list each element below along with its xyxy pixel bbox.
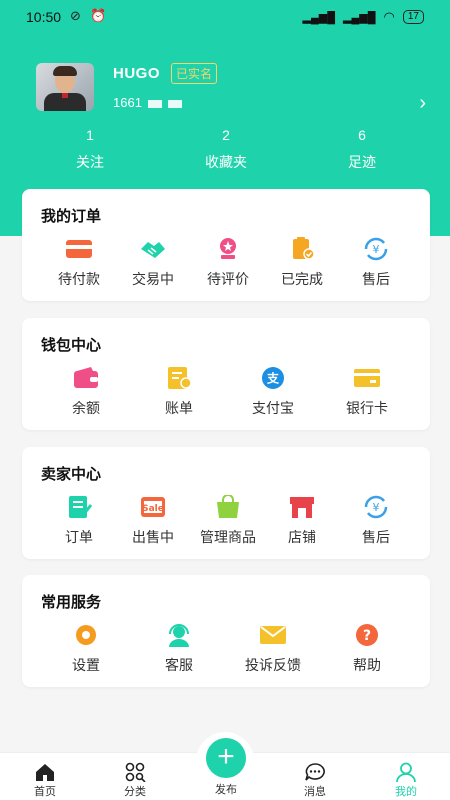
stat-footprints[interactable]: 6 足迹 — [322, 127, 402, 172]
silent-icon: ⊘ — [70, 8, 81, 23]
service-help[interactable]: ? 帮助 — [327, 623, 407, 675]
svg-text:¥: ¥ — [373, 501, 380, 514]
order-completed[interactable]: 已完成 — [262, 237, 342, 289]
username: HUGO — [113, 65, 160, 82]
seller-title: 卖家中心 — [41, 466, 102, 483]
card-icon — [65, 237, 93, 261]
refund-icon: ¥ — [362, 495, 390, 519]
order-doc-icon — [65, 495, 93, 519]
wallet-bank-card[interactable]: 银行卡 — [327, 366, 407, 418]
wallet-bill[interactable]: 账单 — [139, 366, 219, 418]
alipay-icon: 支 — [259, 366, 287, 390]
services-card: 常用服务 设置 客服 投诉反馈 ? 帮助 — [22, 575, 430, 687]
order-in-progress[interactable]: 交易中 — [113, 237, 193, 289]
bank-card-icon — [353, 366, 381, 390]
services-title: 常用服务 — [41, 594, 102, 611]
seller-for-sale[interactable]: Sale 出售中 — [113, 495, 193, 547]
seller-store[interactable]: 店铺 — [262, 495, 342, 547]
verified-badge: 已实名 — [171, 63, 218, 84]
publish-button[interactable]: + — [206, 738, 246, 778]
headset-icon — [165, 623, 193, 647]
bill-icon — [165, 366, 193, 390]
svg-text:¥: ¥ — [373, 243, 380, 256]
chat-bubble-icon — [285, 761, 345, 783]
status-time: 10:50 — [26, 9, 62, 25]
seller-after-sales[interactable]: ¥ 售后 — [336, 495, 416, 547]
envelope-icon — [259, 623, 287, 647]
tab-messages[interactable]: 消息 — [285, 761, 345, 799]
tab-mine[interactable]: 我的 — [376, 761, 436, 799]
plus-icon: + — [217, 740, 235, 773]
service-customer-support[interactable]: 客服 — [139, 623, 219, 675]
service-settings[interactable]: 设置 — [46, 623, 126, 675]
store-icon — [288, 495, 316, 519]
clipboard-check-icon — [288, 237, 316, 261]
grid-icon — [105, 761, 165, 783]
refund-icon: ¥ — [362, 237, 390, 261]
stat-favorites[interactable]: 2 收藏夹 — [186, 127, 266, 172]
home-icon — [15, 761, 75, 783]
handshake-icon — [139, 237, 167, 261]
svg-text:支: 支 — [266, 371, 280, 386]
alarm-icon: ⏰ — [90, 8, 107, 23]
wallet-card: 钱包中心 余额 账单 支 支付宝 银行卡 — [22, 318, 430, 430]
signal-icon-2: ▂▄▆█ — [343, 11, 376, 24]
wallet-title: 钱包中心 — [41, 337, 102, 354]
signal-icon: ▂▄▆█ — [302, 11, 336, 24]
chevron-right-icon[interactable]: › — [419, 92, 426, 115]
orders-card: 我的订单 待付款 交易中 待评价 已完成 ¥ 售后 — [22, 189, 430, 301]
order-pending-payment[interactable]: 待付款 — [39, 237, 119, 289]
help-icon: ? — [353, 623, 381, 647]
order-after-sales[interactable]: ¥ 售后 — [336, 237, 416, 289]
wifi-icon: ◠ — [383, 9, 395, 24]
tab-home[interactable]: 首页 — [15, 761, 75, 799]
service-feedback[interactable]: 投诉反馈 — [233, 623, 313, 675]
wallet-alipay[interactable]: 支 支付宝 — [233, 366, 313, 418]
seller-manage-products[interactable]: 管理商品 — [188, 494, 268, 547]
medal-icon — [214, 237, 242, 261]
wallet-balance[interactable]: 余额 — [46, 366, 126, 418]
user-icon — [376, 761, 436, 783]
orders-title: 我的订单 — [41, 208, 102, 225]
seller-card: 卖家中心 订单 Sale 出售中 管理商品 店铺 ¥ 售后 — [22, 447, 430, 559]
shopping-bag-icon — [214, 494, 242, 519]
phone-number: 1661 — [113, 95, 182, 110]
avatar[interactable] — [36, 63, 94, 111]
seller-orders[interactable]: 订单 — [39, 495, 119, 547]
for-sale-icon: Sale — [139, 495, 167, 519]
battery-icon: 17 — [402, 10, 424, 24]
tab-category[interactable]: 分类 — [105, 761, 165, 799]
order-to-review[interactable]: 待评价 — [188, 237, 268, 289]
wallet-icon — [72, 366, 100, 390]
gear-icon — [72, 623, 100, 647]
status-bar: 10:50 ⊘ ⏰ ▂▄▆█ ▂▄▆█ ◠ 17 — [0, 0, 450, 34]
publish-label: 发布 — [215, 784, 237, 796]
stat-following[interactable]: 1 关注 — [50, 127, 130, 172]
svg-text:Sale: Sale — [142, 504, 164, 514]
svg-text:?: ? — [363, 628, 371, 644]
